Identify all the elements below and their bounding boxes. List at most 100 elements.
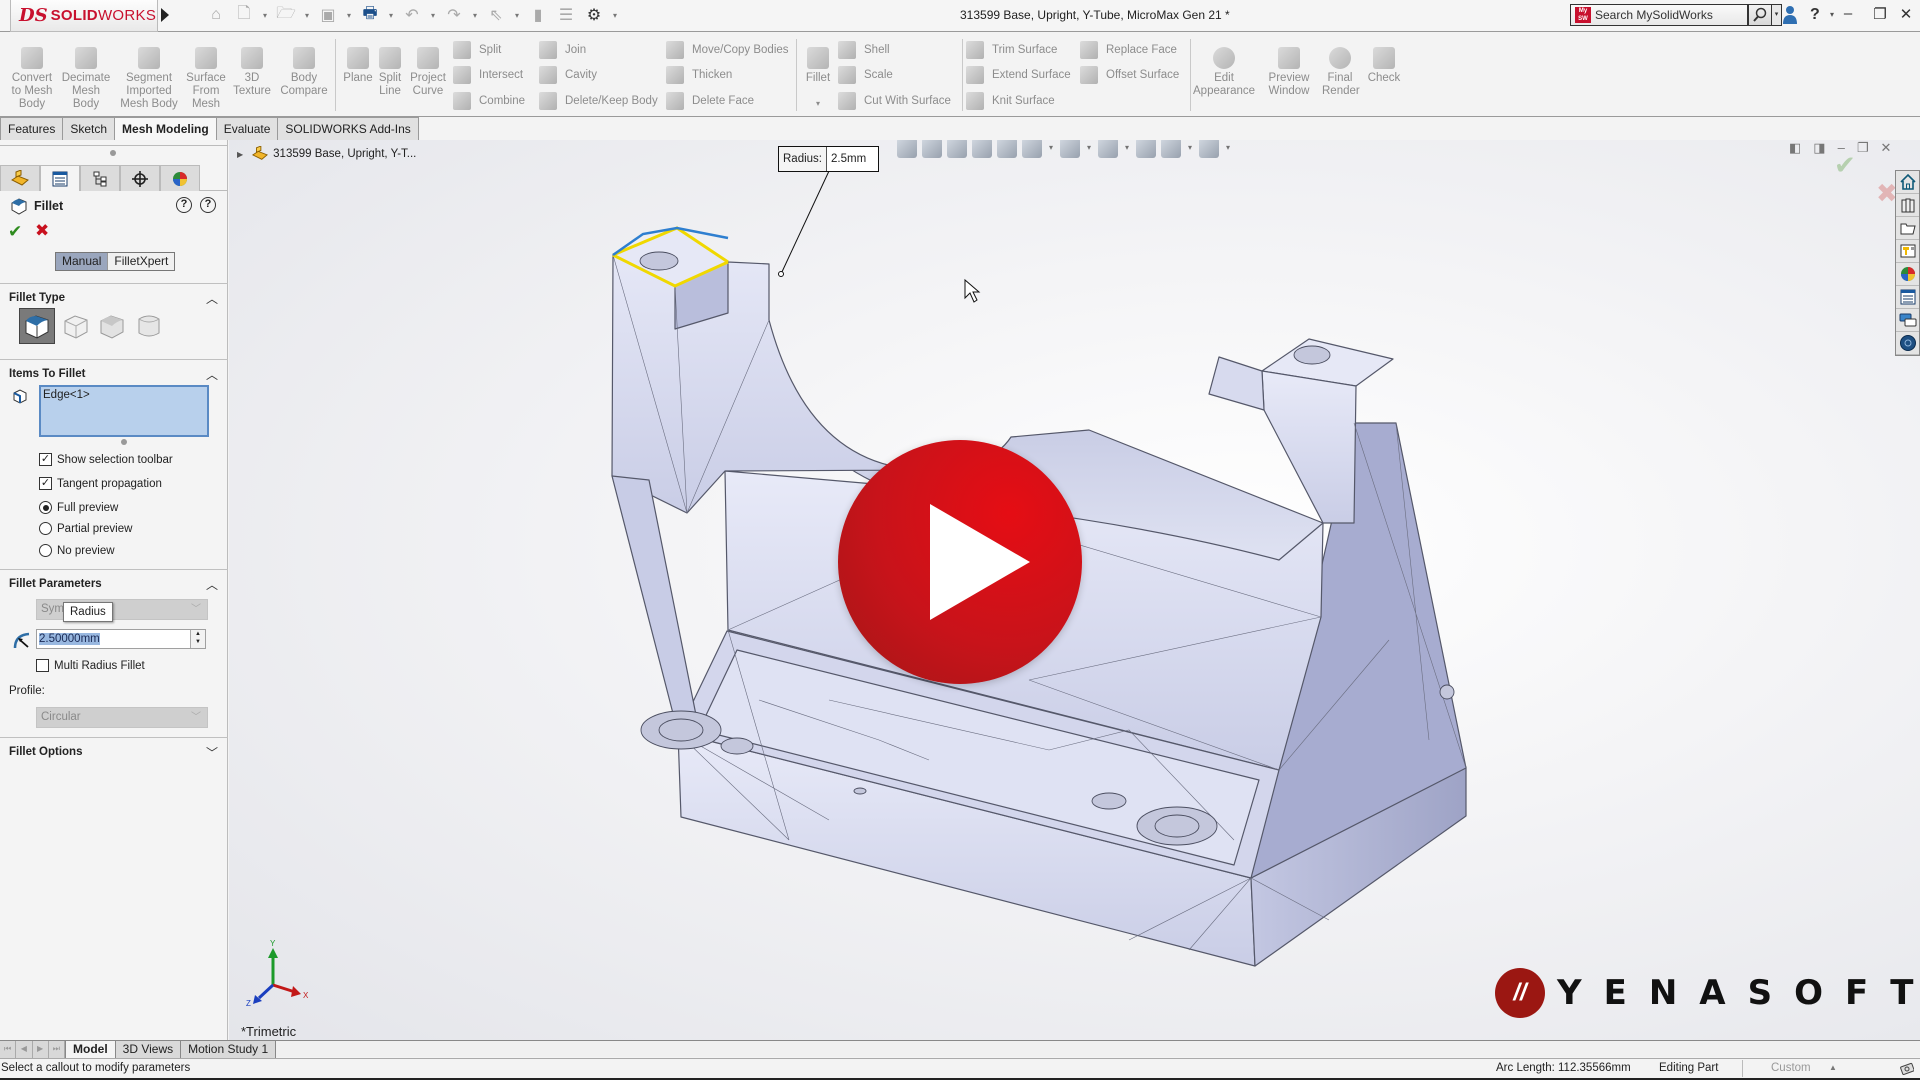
graphics-area[interactable]: ▶ 313599 Base, Upright, Y-T... ▾ ▾ ▾ ▾ ▾… xyxy=(229,140,1920,1040)
view-settings-icon[interactable] xyxy=(1199,140,1219,158)
full-round-fillet-button[interactable] xyxy=(131,308,167,344)
solidworks-forum-icon[interactable] xyxy=(1896,309,1919,332)
checkbox-icon[interactable] xyxy=(36,659,49,672)
delete-face-button[interactable]: Delete Face xyxy=(666,92,754,110)
next-tab-icon[interactable]: ▶ xyxy=(33,1041,49,1058)
show-selection-toolbar-checkbox[interactable]: ✓ Show selection toolbar xyxy=(39,453,173,466)
menu-flyout-arrow-icon[interactable] xyxy=(161,8,169,22)
filletxpert-tab[interactable]: FilletXpert xyxy=(107,253,175,270)
help-icon[interactable]: ? xyxy=(1810,6,1820,24)
search-button[interactable] xyxy=(1748,4,1772,26)
search-mysolidworks-input[interactable]: My SW Search MySolidWorks xyxy=(1570,4,1748,26)
design-library-icon[interactable] xyxy=(1896,194,1919,217)
section-view-icon[interactable] xyxy=(972,140,992,158)
video-play-button[interactable] xyxy=(838,440,1082,684)
redo-dropdown-icon[interactable]: ▾ xyxy=(471,11,479,20)
callout-value[interactable]: 2.5mm xyxy=(827,147,878,171)
print-dropdown-icon[interactable]: ▾ xyxy=(387,11,395,20)
3d-texture-button[interactable]: 3D Texture xyxy=(232,47,272,98)
options-icon[interactable]: ⚙ xyxy=(583,4,605,26)
dynamic-annotation-icon[interactable] xyxy=(997,140,1017,158)
file-explorer-icon[interactable] xyxy=(1896,217,1919,240)
view-orientation-dropdown-icon[interactable]: ▾ xyxy=(1047,140,1055,158)
replace-face-button[interactable]: Replace Face xyxy=(1080,41,1177,59)
dimxpert-manager-tab[interactable] xyxy=(120,165,160,191)
checkbox-checked-icon[interactable]: ✓ xyxy=(39,453,52,466)
collapse-chevron-icon[interactable]: ︿ xyxy=(206,290,218,307)
property-manager-tab[interactable] xyxy=(40,165,80,191)
display-style-dropdown-icon[interactable]: ▾ xyxy=(1085,140,1093,158)
face-fillet-button[interactable] xyxy=(94,308,130,344)
tab-solidworks-add-ins[interactable]: SOLIDWORKS Add-Ins xyxy=(277,117,419,140)
tab-model[interactable]: Model xyxy=(66,1041,116,1058)
first-tab-icon[interactable]: ⏮ xyxy=(0,1041,17,1058)
join-button[interactable]: Join xyxy=(539,41,586,59)
full-preview-radio[interactable]: Full preview xyxy=(39,501,118,514)
tab-evaluate[interactable]: Evaluate xyxy=(215,117,279,140)
radius-callout[interactable]: Radius: 2.5mm xyxy=(778,146,880,172)
panel-resize-grip[interactable] xyxy=(110,150,116,156)
view-orientation-icon[interactable] xyxy=(1022,140,1042,158)
tab-motion-study-1[interactable]: Motion Study 1 xyxy=(181,1041,277,1058)
restore-viewport-icon[interactable]: ❐ xyxy=(1857,140,1869,156)
manual-tab[interactable]: Manual xyxy=(56,253,108,270)
help-dropdown-icon[interactable]: ▾ xyxy=(1830,10,1834,19)
edit-appearance-icon[interactable] xyxy=(1136,140,1156,158)
hide-show-dropdown-icon[interactable]: ▾ xyxy=(1123,140,1131,158)
profile-select[interactable]: Circular ﹀ xyxy=(36,707,208,728)
radius-input[interactable]: 2.50000mm xyxy=(36,629,206,649)
save-dropdown-icon[interactable]: ▾ xyxy=(345,11,353,20)
check-button[interactable]: Check xyxy=(1364,47,1404,85)
convert-to-mesh-body-button[interactable]: Convert to Mesh Body xyxy=(8,47,56,111)
previous-view-icon[interactable] xyxy=(947,140,967,158)
hide-show-items-icon[interactable] xyxy=(1098,140,1118,158)
last-tab-icon[interactable]: ⏭ xyxy=(49,1041,65,1058)
close-window-icon[interactable]: ✕ xyxy=(1896,5,1916,25)
apply-scene-dropdown-icon[interactable]: ▾ xyxy=(1186,140,1194,158)
items-to-fillet-list[interactable]: Edge<1> xyxy=(39,385,209,437)
save-icon[interactable]: ▣ xyxy=(317,4,339,26)
radio-selected-icon[interactable] xyxy=(39,501,52,514)
open-dropdown-icon[interactable]: ▾ xyxy=(303,11,311,20)
restore-window-icon[interactable]: ❐ xyxy=(1870,5,1890,25)
options-dropdown-icon[interactable]: ▾ xyxy=(611,11,619,20)
move-copy-bodies-button[interactable]: Move/Copy Bodies xyxy=(666,41,789,59)
list-resize-grip[interactable] xyxy=(121,439,127,445)
split-button[interactable]: Split xyxy=(453,41,501,59)
radio-icon[interactable] xyxy=(39,544,52,557)
minimize-window-icon[interactable]: ‒ xyxy=(1838,5,1858,25)
custom-properties-icon[interactable] xyxy=(1896,286,1919,309)
redo-icon[interactable]: ↷ xyxy=(443,4,465,26)
split-line-button[interactable]: Split Line xyxy=(376,47,404,98)
fillet-button[interactable]: Fillet ▾ xyxy=(800,47,836,110)
constant-size-fillet-button[interactable] xyxy=(19,308,55,344)
checkbox-checked-icon[interactable]: ✓ xyxy=(39,477,52,490)
collapse-right-icon[interactable]: ◨ xyxy=(1813,140,1825,156)
tab-sketch[interactable]: Sketch xyxy=(62,117,116,140)
expand-arrow-icon[interactable]: ▶ xyxy=(237,150,243,159)
combine-button[interactable]: Combine xyxy=(453,92,525,110)
offset-surface-button[interactable]: Offset Surface xyxy=(1080,66,1179,84)
variable-size-fillet-button[interactable] xyxy=(58,308,94,344)
unit-system-selector[interactable]: Custom xyxy=(1771,1059,1811,1077)
unit-system-dropdown-icon[interactable]: ▲ xyxy=(1829,1059,1837,1077)
close-viewport-icon[interactable]: ✕ xyxy=(1880,140,1891,156)
segment-imported-mesh-body-button[interactable]: Segment Imported Mesh Body xyxy=(118,47,180,111)
zoom-to-area-icon[interactable] xyxy=(922,140,942,158)
user-icon[interactable] xyxy=(1782,5,1798,25)
solidworks-resources-icon[interactable] xyxy=(1896,171,1919,194)
edit-appearance-button[interactable]: Edit Appearance xyxy=(1193,47,1255,98)
fillet-dropdown-icon[interactable]: ▾ xyxy=(800,97,836,110)
scale-button[interactable]: Scale xyxy=(838,66,893,84)
knit-surface-button[interactable]: Knit Surface xyxy=(966,92,1055,110)
collapse-left-icon[interactable]: ◧ xyxy=(1789,140,1801,156)
intersect-button[interactable]: Intersect xyxy=(453,66,523,84)
view-palette-icon[interactable] xyxy=(1896,240,1919,263)
shell-button[interactable]: Shell xyxy=(838,41,890,59)
trim-surface-button[interactable]: Trim Surface xyxy=(966,41,1057,59)
help-icon[interactable]: ? xyxy=(200,197,216,213)
configuration-manager-tab[interactable] xyxy=(80,165,120,191)
fillet-method-select[interactable]: Symr ﹀ xyxy=(36,599,208,620)
open-icon[interactable]: 🗁 xyxy=(275,4,297,26)
body-compare-button[interactable]: Body Compare xyxy=(278,47,330,98)
